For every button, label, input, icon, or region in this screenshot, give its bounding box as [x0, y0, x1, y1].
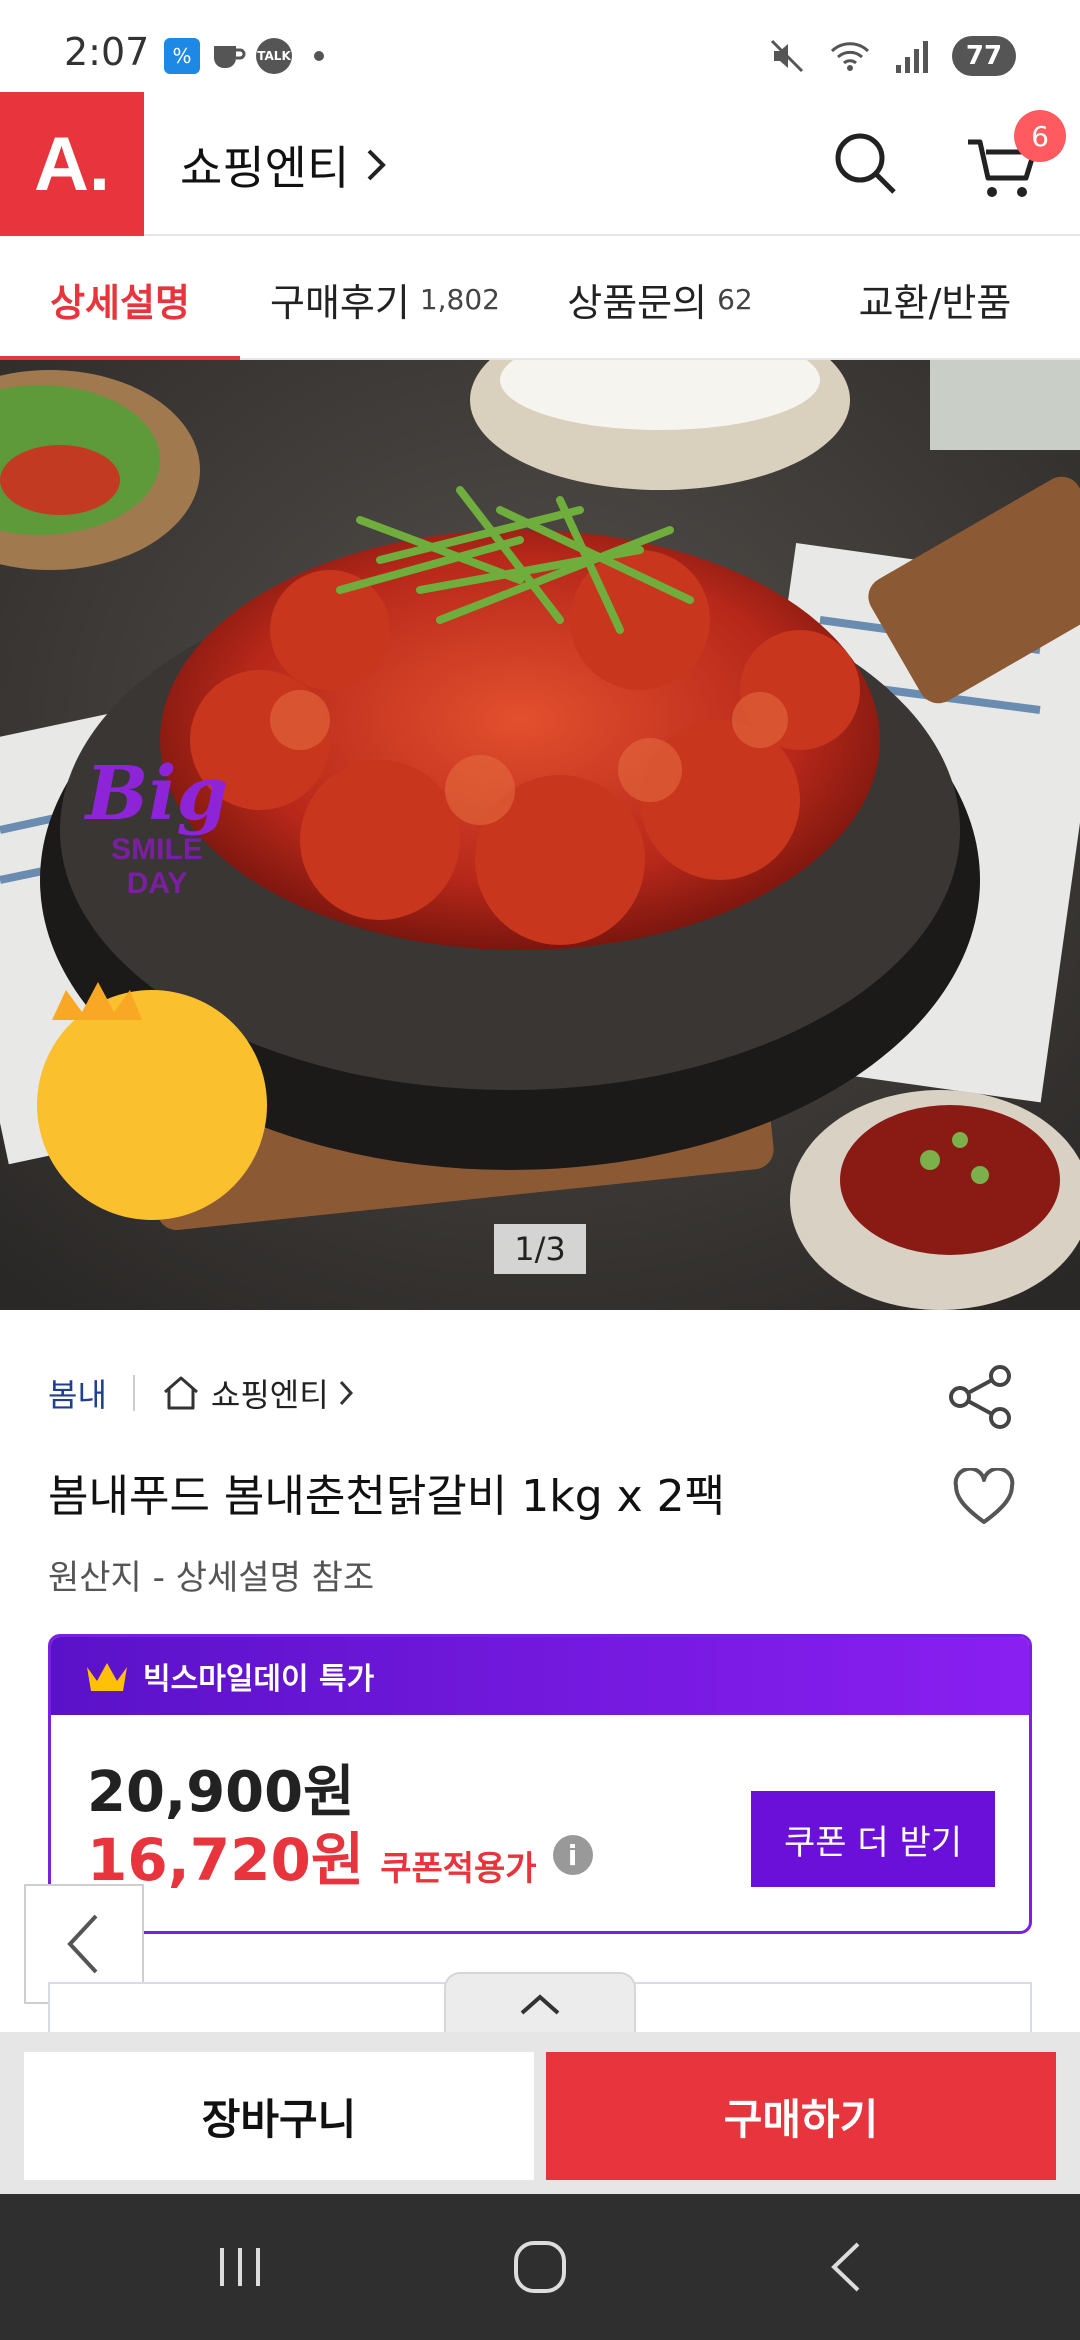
crown-icon: [87, 1663, 127, 1691]
tab-qna[interactable]: 상품문의 62: [530, 238, 790, 360]
badge-big: Big: [85, 751, 229, 837]
home-button-icon[interactable]: [500, 2234, 580, 2300]
chevron-left-icon: [67, 1914, 98, 1974]
tab-exchange-return[interactable]: 교환/반품: [790, 238, 1080, 360]
purchase-action-bar: 장바구니 구매하기: [0, 2032, 1080, 2194]
coffee-app-icon: [210, 38, 246, 74]
system-nav-bar: [0, 2194, 1080, 2340]
tab-label: 상세설명: [50, 280, 190, 325]
product-title: 봄내푸드 봄내춘천닭갈비 1kg x 2팩: [48, 1471, 726, 1522]
status-notification-icons: % TALK: [164, 38, 324, 74]
tab-label: 구매후기: [269, 280, 410, 325]
brand-row: 봄내 쇼핑엔티: [48, 1370, 353, 1416]
origin-info: 원산지 - 상세설명 참조: [48, 1558, 375, 1598]
badge-smile: SMILE: [111, 833, 203, 866]
back-nav-icon[interactable]: [806, 2234, 886, 2300]
mute-icon: [770, 39, 804, 73]
store-title-link[interactable]: 쇼핑엔티: [180, 132, 387, 198]
tab-details[interactable]: 상세설명: [0, 238, 240, 362]
expand-panel-button[interactable]: [444, 1972, 636, 2034]
tab-label: 상품문의: [567, 280, 708, 325]
chevron-right-icon: [367, 149, 387, 181]
store-link-label: 쇼핑엔티: [210, 1376, 329, 1414]
deal-header-label: 빅스마일데이 특가: [143, 1662, 375, 1697]
battery-indicator: 77: [952, 36, 1016, 76]
percent-app-icon: %: [164, 38, 200, 74]
tab-count: 62: [717, 282, 753, 316]
add-to-cart-button[interactable]: 장바구니: [24, 2052, 534, 2180]
search-icon[interactable]: [830, 128, 900, 198]
app-header: A. 쇼핑엔티 6: [0, 92, 1080, 236]
wifi-icon: [830, 42, 870, 71]
chevron-up-icon: [520, 1994, 560, 2015]
status-time: 2:07: [64, 30, 150, 74]
status-bar: 2:07 % TALK 77: [0, 0, 1080, 92]
coupon-price-label: 쿠폰적용가: [380, 1849, 537, 1889]
tab-reviews[interactable]: 구매후기 1,802: [240, 238, 530, 360]
status-right-icons: 77: [768, 36, 1016, 76]
product-image-carousel[interactable]: Big SMILE DAY: [0, 360, 1080, 1310]
store-title-text: 쇼핑엔티: [180, 141, 350, 195]
auction-logo[interactable]: A.: [0, 92, 144, 236]
share-icon[interactable]: [946, 1362, 1016, 1432]
home-icon: [163, 1376, 198, 1410]
recent-apps-icon[interactable]: [200, 2234, 280, 2300]
buy-now-button[interactable]: 구매하기: [546, 2052, 1056, 2180]
image-counter: 1/3: [494, 1224, 586, 1274]
heart-icon[interactable]: [952, 1468, 1016, 1528]
chevron-right-icon: [339, 1380, 353, 1406]
special-deal-box: 빅스마일데이 특가 20,900원 16,720원 쿠폰적용가 i 쿠폰 더 받…: [48, 1634, 1032, 1934]
kakaotalk-icon: TALK: [256, 38, 292, 74]
store-link[interactable]: 쇼핑엔티: [161, 1370, 353, 1416]
badge-day: DAY: [126, 867, 188, 900]
info-icon[interactable]: i: [552, 1835, 593, 1875]
cart-count-badge: 6: [1014, 110, 1066, 162]
get-more-coupons-button[interactable]: 쿠폰 더 받기: [751, 1791, 995, 1887]
brand-link[interactable]: 봄내: [48, 1370, 107, 1416]
more-notifications-dot: [314, 51, 324, 61]
product-tabs: 상세설명 구매후기 1,802 상품문의 62 교환/반품: [0, 238, 1080, 362]
tab-count: 1,802: [419, 282, 500, 316]
badge-text: Big SMILE DAY: [52, 755, 262, 901]
signal-icon: [896, 41, 928, 73]
divider: [132, 1375, 135, 1411]
deal-header: 빅스마일데이 특가: [51, 1637, 1029, 1715]
tab-label: 교환/반품: [858, 280, 1012, 325]
sale-price-row: 16,720원 쿠폰적용가 i: [87, 1813, 593, 1897]
